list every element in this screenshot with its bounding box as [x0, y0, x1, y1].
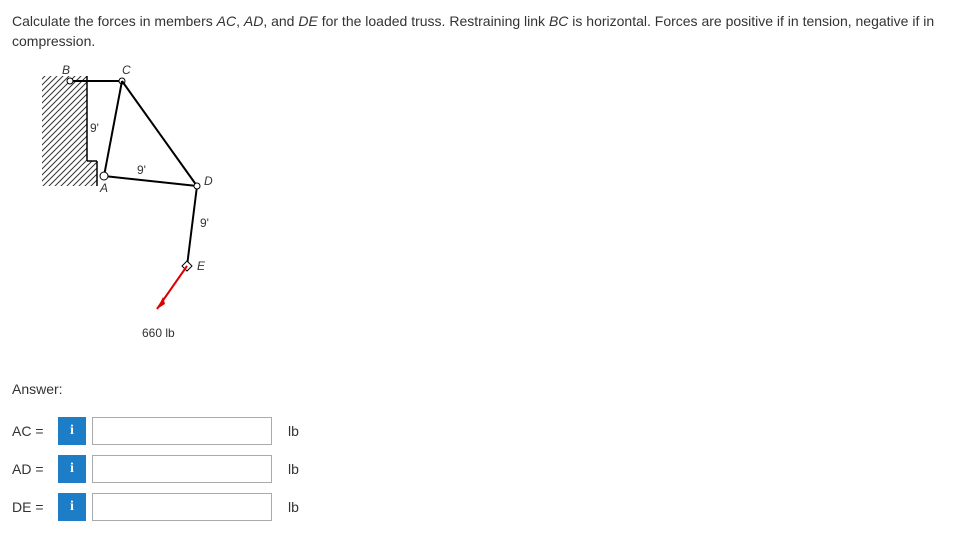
label-b: B — [62, 63, 70, 77]
dim-3: 9' — [200, 216, 209, 230]
answer-row-ad: AD = i lb — [12, 455, 944, 483]
unit-ac: lb — [288, 423, 299, 439]
answer-label-de: DE = — [12, 499, 52, 515]
problem-text: , and — [263, 13, 298, 29]
label-d: D — [204, 174, 213, 188]
member-ac: AC — [217, 13, 236, 29]
member-de: DE — [298, 13, 317, 29]
unit-ad: lb — [288, 461, 299, 477]
answer-header: Answer: — [12, 381, 944, 397]
info-icon[interactable]: i — [58, 417, 86, 445]
member-bc: BC — [549, 13, 568, 29]
answer-label-ac: AC = — [12, 423, 52, 439]
load-label: 660 lb — [142, 326, 175, 340]
label-a: A — [100, 181, 108, 195]
problem-statement: Calculate the forces in members AC, AD, … — [12, 12, 944, 51]
info-icon[interactable]: i — [58, 493, 86, 521]
problem-text: for the loaded truss. Restraining link — [318, 13, 549, 29]
dim-1: 9' — [90, 121, 99, 135]
member-ad: AD — [244, 13, 263, 29]
answer-section: Answer: AC = i lb AD = i lb DE = i lb — [12, 381, 944, 521]
label-e: E — [197, 259, 205, 273]
problem-text: Calculate the forces in members — [12, 13, 217, 29]
answer-input-ac[interactable] — [92, 417, 272, 445]
answer-input-de[interactable] — [92, 493, 272, 521]
answer-input-ad[interactable] — [92, 455, 272, 483]
answer-row-de: DE = i lb — [12, 493, 944, 521]
unit-de: lb — [288, 499, 299, 515]
truss-diagram: B C A D E 9' 9' 9' 660 lb — [32, 71, 252, 351]
dim-2: 9' — [137, 163, 146, 177]
label-c: C — [122, 63, 131, 77]
info-icon[interactable]: i — [58, 455, 86, 483]
problem-text: , — [236, 13, 244, 29]
answer-label-ad: AD = — [12, 461, 52, 477]
answer-row-ac: AC = i lb — [12, 417, 944, 445]
